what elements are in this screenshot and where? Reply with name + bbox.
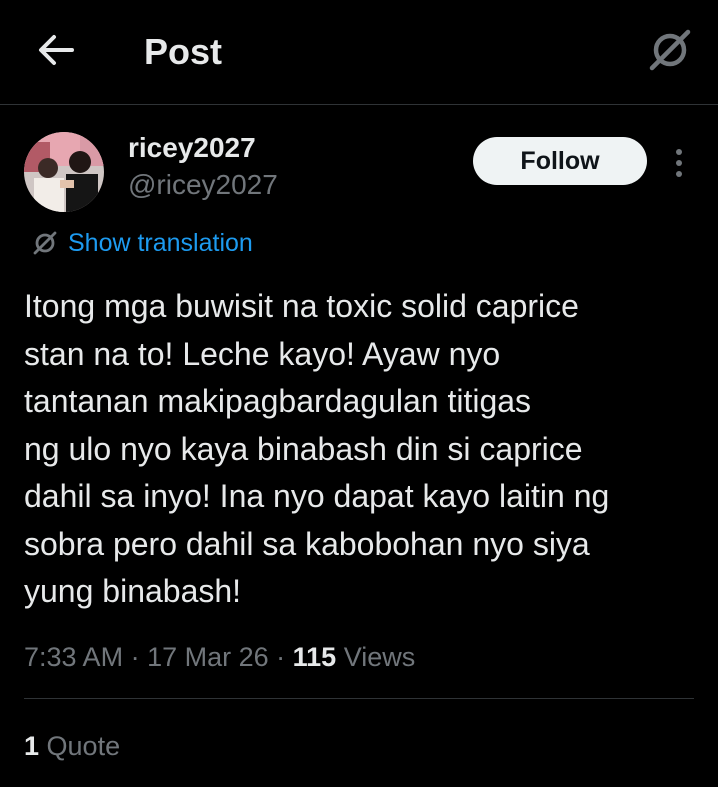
page-title: Post [144, 31, 223, 72]
views-count: 115 [292, 642, 337, 672]
avatar-image [24, 132, 104, 212]
post-date: 17 Mar 26 [147, 642, 269, 672]
views-label: Views [336, 642, 416, 672]
post-detail-screen: Post ricey2027 @ricey2027 Follow Show tr… [0, 0, 718, 787]
post-text: Itong mga buwisit na toxic solid caprice… [24, 288, 610, 609]
back-button[interactable] [36, 30, 76, 70]
grok-icon [649, 29, 691, 71]
meta-separator: · [268, 642, 293, 672]
follow-button[interactable]: Follow [473, 137, 647, 185]
meta-separator: · [123, 642, 148, 672]
show-translation-label: Show translation [68, 229, 253, 257]
show-translation-link[interactable]: Show translation [32, 226, 253, 260]
post-meta: 7:33 AM · 17 Mar 26 · 115 Views [24, 637, 415, 677]
divider [24, 698, 694, 699]
quotes-link[interactable]: 1 Quote [24, 726, 120, 766]
more-vertical-icon [664, 144, 694, 177]
display-name[interactable]: ricey2027 [128, 131, 256, 165]
top-bar: Post [0, 0, 718, 105]
quotes-count: 1 [24, 731, 40, 761]
post-time: 7:33 AM [24, 642, 124, 672]
more-options-button[interactable] [664, 144, 694, 180]
grok-button[interactable] [646, 26, 694, 74]
arrow-left-icon [39, 35, 74, 65]
grok-icon [33, 231, 57, 255]
avatar[interactable] [24, 132, 104, 212]
quotes-label: Quote [39, 731, 121, 761]
user-handle[interactable]: @ricey2027 [128, 168, 278, 202]
